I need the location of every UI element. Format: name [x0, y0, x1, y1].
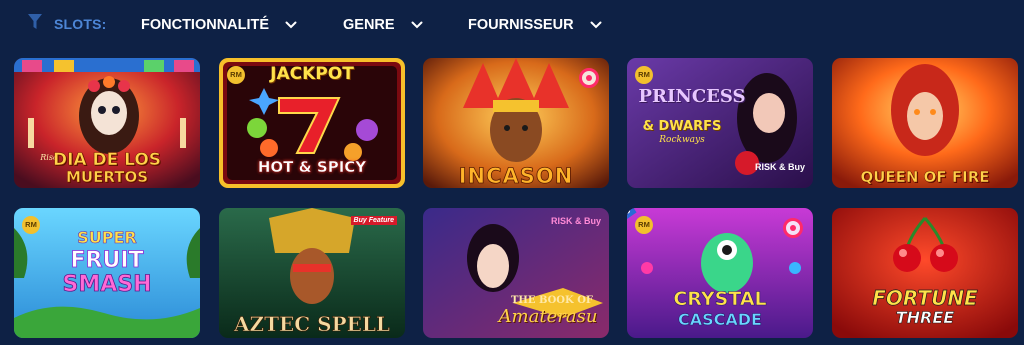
game-card-aztec-spell[interactable]: Buy Feature AZTEC SPELL [219, 208, 405, 338]
game-title-line2: & DWARFS [642, 119, 722, 134]
game-card-super-fruit-smash[interactable]: RM SUPER FRUIT SMASH [14, 208, 200, 338]
game-title-line2: HOT & SPICY [257, 158, 367, 176]
rm-badge: RM [635, 66, 653, 84]
features-dropdown-label: FONCTIONNALITÉ [141, 17, 270, 33]
game-title-line2: CASCADE [678, 310, 763, 329]
game-card-incason[interactable]: INCASON [423, 58, 609, 188]
risk-buy-tag: RISK & Buy [550, 216, 601, 226]
game-title-line2: Amaterasu [498, 306, 598, 327]
chevron-down-icon [285, 21, 297, 29]
game-title-line2: MUERTOS [65, 168, 149, 186]
game-title: DIA DE LOS [52, 150, 162, 170]
game-card-princess-dwarfs[interactable]: RM PRINCESS & DWARFS Rockways RISK & Buy [627, 58, 813, 188]
game-title: CRYSTAL [673, 288, 767, 310]
game-card-book-of-amaterasu[interactable]: RISK & Buy THE BOOK OF Amaterasu [423, 208, 609, 338]
provider-dropdown-label: FOURNISSEUR [468, 17, 574, 33]
game-title: QUEEN OF FIRE [860, 168, 990, 186]
genre-dropdown-label: GENRE [343, 17, 395, 33]
game-title-line3: SMASH [62, 272, 152, 297]
game-title: JACKPOT [270, 64, 354, 84]
genre-dropdown[interactable]: GENRE [343, 14, 423, 36]
game-card-jackpot-hot-spicy[interactable]: RM JACKPOT HOT & SPICY [219, 58, 405, 188]
game-title: AZTEC SPELL [234, 312, 391, 336]
game-card-crystal-cascade[interactable]: RM BOOSTERS CRYSTAL CASCADE [627, 208, 813, 338]
rm-badge: RM [635, 216, 653, 234]
filter-icon [28, 14, 42, 29]
game-title-line2: FRUIT [70, 248, 144, 273]
game-title: FORTUNE [872, 286, 978, 310]
features-dropdown[interactable]: FONCTIONNALITÉ [141, 14, 297, 36]
provider-dropdown[interactable]: FOURNISSEUR [468, 14, 602, 36]
game-title: PRINCESS [638, 86, 746, 107]
chevron-down-icon [590, 21, 602, 29]
chevron-down-icon [411, 21, 423, 29]
record-icon [579, 68, 599, 88]
filter-bar: SLOTS: FONCTIONNALITÉ GENRE FOURNISSEUR [0, 0, 1024, 48]
game-card-fortune-three[interactable]: FORTUNE THREE [832, 208, 1018, 338]
game-title-line2: THREE [895, 308, 955, 327]
record-icon [783, 218, 803, 238]
slots-label: SLOTS: [54, 16, 107, 32]
game-title: INCASON [458, 164, 574, 188]
game-card-dia-de-los-muertos[interactable]: Rise DIA DE LOS MUERTOS [14, 58, 200, 188]
game-title: SUPER [77, 228, 137, 247]
game-card-queen-of-fire[interactable]: QUEEN OF FIRE [832, 58, 1018, 188]
game-title: THE BOOK OF [510, 295, 594, 306]
game-subtitle: Rockways [659, 135, 705, 145]
buy-feature-tag: Buy Feature [350, 216, 397, 225]
risk-buy-tag: RISK & Buy [754, 162, 805, 172]
